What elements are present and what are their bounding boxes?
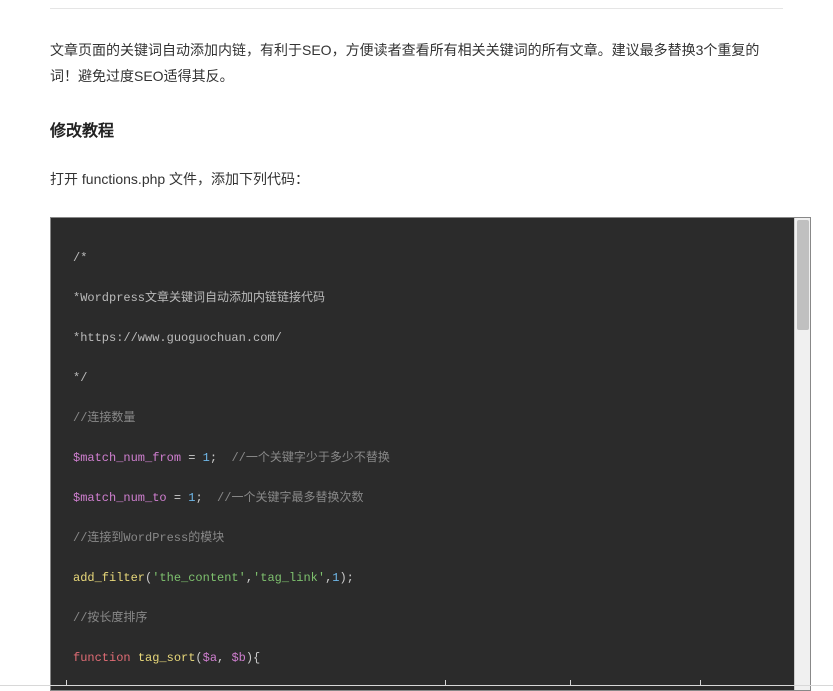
code-keyword: function bbox=[73, 651, 131, 665]
code-variable: $a bbox=[203, 651, 217, 665]
code-variable: $match_num_to bbox=[73, 491, 167, 505]
code-space bbox=[131, 651, 138, 665]
window-bottom-border bbox=[0, 685, 833, 686]
code-variable: $match_num_from bbox=[73, 451, 181, 465]
code-punct: ; bbox=[195, 491, 217, 505]
section-divider bbox=[50, 8, 783, 9]
code-operator: = bbox=[167, 491, 189, 505]
instruction-paragraph: 打开 functions.php 文件，添加下列代码： bbox=[50, 169, 783, 189]
border-tick bbox=[66, 680, 67, 686]
code-number: 1 bbox=[203, 451, 210, 465]
code-punct: , bbox=[246, 571, 253, 585]
code-punct: ; bbox=[210, 451, 232, 465]
code-line: /* bbox=[73, 251, 87, 265]
code-string: 'tag_link' bbox=[253, 571, 325, 585]
code-variable: $b bbox=[231, 651, 245, 665]
code-punct: ); bbox=[339, 571, 353, 585]
code-line: *Wordpress文章关键词自动添加内链链接代码 bbox=[73, 291, 325, 305]
code-punct: ( bbox=[195, 651, 202, 665]
code-function: add_filter bbox=[73, 571, 145, 585]
border-tick bbox=[445, 680, 446, 686]
code-punct: ){ bbox=[246, 651, 260, 665]
code-string: 'the_content' bbox=[152, 571, 246, 585]
code-comment: //按长度排序 bbox=[73, 611, 147, 625]
code-comment: //连接到WordPress的模块 bbox=[73, 531, 224, 545]
code-comment: //一个关键字少于多少不替换 bbox=[231, 451, 389, 465]
tutorial-heading: 修改教程 bbox=[50, 117, 783, 141]
code-operator: = bbox=[181, 451, 203, 465]
border-tick bbox=[700, 680, 701, 686]
article-content: 文章页面的关键词自动添加内链，有利于SEO，方便读者查看所有相关关键词的所有文章… bbox=[0, 8, 783, 691]
code-function: tag_sort bbox=[138, 651, 196, 665]
code-line: */ bbox=[73, 371, 87, 385]
intro-paragraph: 文章页面的关键词自动添加内链，有利于SEO，方便读者查看所有相关关键词的所有文章… bbox=[50, 37, 780, 89]
code-line: *https://www.guoguochuan.com/ bbox=[73, 331, 282, 345]
code-punct: , bbox=[217, 651, 231, 665]
vertical-scrollbar[interactable] bbox=[794, 218, 810, 690]
scrollbar-thumb[interactable] bbox=[797, 220, 809, 330]
code-comment: //一个关键字最多替换次数 bbox=[217, 491, 363, 505]
code-comment: //连接数量 bbox=[73, 411, 135, 425]
code-block-container: /* *Wordpress文章关键词自动添加内链链接代码 *https://ww… bbox=[50, 217, 811, 691]
border-tick bbox=[570, 680, 571, 686]
code-block[interactable]: /* *Wordpress文章关键词自动添加内链链接代码 *https://ww… bbox=[51, 218, 810, 691]
